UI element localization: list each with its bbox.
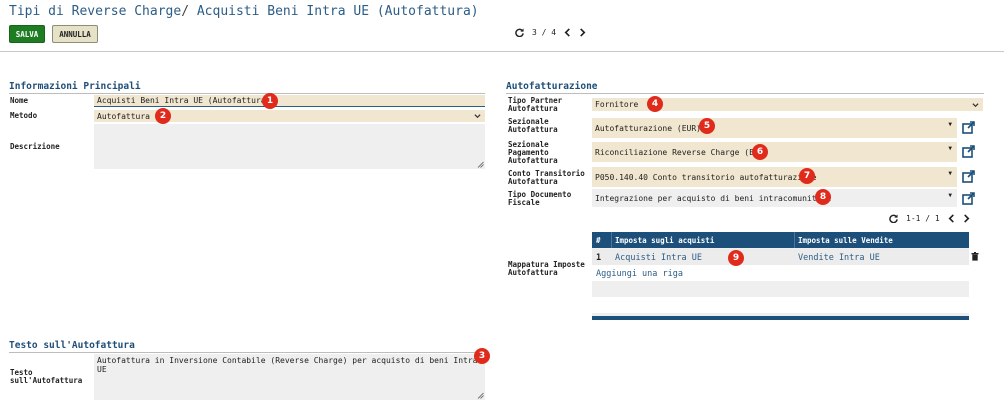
- breadcrumb-separator: /: [181, 4, 190, 19]
- callout-badge-2: 2: [155, 108, 171, 124]
- nome-label: Nome: [10, 96, 29, 105]
- text-section-title: Testo sull'Autofattura: [9, 340, 135, 351]
- col-vendite-header[interactable]: Imposta sulle Vendite: [798, 236, 893, 245]
- external-link-icon[interactable]: [962, 145, 975, 158]
- nome-field[interactable]: Acquisti Beni Intra UE (Autofattura): [94, 95, 485, 107]
- resize-handle-icon[interactable]: [477, 161, 484, 168]
- mappatura-label: Mappatura Imposte Autofattura: [508, 260, 585, 277]
- caret-down-icon: ▼: [948, 192, 952, 199]
- callout-badge-9: 9: [728, 250, 744, 266]
- partner-value: Fornitore: [595, 100, 639, 109]
- col-acquisti-header[interactable]: Imposta sugli acquisti: [615, 236, 714, 245]
- testo-label: Testo sull'Autofattura: [10, 368, 83, 385]
- refresh-icon[interactable]: [889, 214, 898, 223]
- resize-handle-icon[interactable]: [477, 392, 484, 399]
- auto-section-underline: [506, 93, 984, 94]
- main-section-underline: [9, 93, 485, 94]
- conto-label: Conto Transitorio Autofattura: [508, 169, 585, 186]
- chevron-left-icon[interactable]: [564, 28, 571, 37]
- breadcrumb-current: Acquisti Beni Intra UE (Autofattura): [196, 4, 479, 19]
- empty-row: [592, 297, 969, 313]
- external-link-icon[interactable]: [962, 121, 975, 134]
- table-row[interactable]: 1 Acquisti Intra UE Vendite Intra UE: [592, 249, 969, 265]
- testo-textarea[interactable]: Autofattura in Inversione Contabile (Rev…: [94, 354, 485, 400]
- table-footer: [592, 316, 969, 320]
- conto-field[interactable]: P050.140.40 Conto transitorio autofattur…: [592, 167, 957, 187]
- callout-badge-1: 1: [262, 93, 278, 109]
- header-divider: [0, 51, 1004, 52]
- callout-badge-6: 6: [752, 144, 768, 160]
- tipo-documento-field[interactable]: Integrazione per acquisto di beni intrac…: [592, 189, 957, 207]
- callout-badge-3: 3: [474, 348, 490, 364]
- callout-badge-8: 8: [815, 189, 831, 205]
- chevron-down-icon: [474, 114, 481, 119]
- testo-value: Autofattura in Inversione Contabile (Rev…: [97, 356, 478, 374]
- table-pager: 1-1 / 1: [889, 214, 970, 223]
- sezionale-field[interactable]: Autofatturazione (EUR) ▼: [592, 118, 957, 138]
- chevron-right-icon[interactable]: [579, 28, 586, 37]
- main-section-title: Informazioni Principali: [9, 81, 141, 92]
- caret-down-icon: ▼: [948, 145, 952, 152]
- add-line-row: Aggiungi una riga: [592, 265, 969, 281]
- external-link-icon[interactable]: [962, 192, 975, 205]
- sez-pagamento-field[interactable]: Riconciliazione Reverse Charge (EUR) ▼: [592, 142, 957, 162]
- metodo-value: Autofattura: [97, 111, 150, 121]
- text-section-underline: [9, 352, 485, 353]
- col-divider: [794, 232, 795, 248]
- sezionale-label: Sezionale Autofattura: [508, 117, 558, 134]
- table-header: # Imposta sugli acquisti Imposta sulle V…: [592, 232, 969, 248]
- chevron-right-icon[interactable]: [963, 214, 970, 223]
- caret-down-icon: ▼: [948, 170, 952, 177]
- save-button[interactable]: SALVA: [9, 25, 45, 43]
- callout-badge-5: 5: [699, 118, 715, 134]
- table-pager-value: 1-1 / 1: [906, 214, 940, 223]
- row-acquisti[interactable]: Acquisti Intra UE: [615, 253, 702, 263]
- empty-row: [592, 281, 969, 297]
- breadcrumb-parent[interactable]: Tipi di Reverse Charge: [9, 4, 181, 19]
- auto-section-title: Autofatturazione: [506, 81, 598, 92]
- refresh-icon[interactable]: [515, 28, 524, 37]
- conto-value: P050.140.40 Conto transitorio autofattur…: [595, 172, 817, 182]
- row-vendite[interactable]: Vendite Intra UE: [798, 253, 880, 263]
- tipo-documento-label: Tipo Documento Fiscale: [508, 190, 572, 207]
- partner-label: Tipo Partner Autofattura: [508, 96, 563, 113]
- caret-down-icon: ▼: [948, 121, 952, 128]
- descrizione-textarea[interactable]: [94, 124, 485, 169]
- callout-badge-4: 4: [647, 96, 663, 112]
- cancel-button[interactable]: ANNULLA: [52, 25, 98, 43]
- breadcrumb: Tipi di Reverse Charge/ Acquisti Beni In…: [9, 4, 479, 19]
- chevron-left-icon[interactable]: [948, 214, 955, 223]
- external-link-icon[interactable]: [962, 170, 975, 183]
- record-pager: 3 / 4: [515, 28, 586, 37]
- add-line-link[interactable]: Aggiungi una riga: [596, 269, 683, 279]
- col-divider: [611, 232, 612, 248]
- chevron-down-icon: [972, 102, 979, 107]
- sez-pagamento-value: Riconciliazione Reverse Charge (EUR): [595, 147, 769, 157]
- pager-value: 3 / 4: [532, 28, 557, 37]
- metodo-select[interactable]: Autofattura: [94, 110, 485, 122]
- callout-badge-7: 7: [799, 168, 815, 184]
- trash-icon[interactable]: [971, 252, 979, 261]
- descrizione-label: Descrizione: [10, 142, 60, 151]
- row-number: 1: [596, 253, 602, 263]
- tax-table: # Imposta sugli acquisti Imposta sulle V…: [592, 232, 969, 320]
- tipo-documento-value: Integrazione per acquisto di beni intrac…: [595, 193, 832, 203]
- metodo-label: Metodo: [10, 111, 38, 120]
- sezionale-value: Autofatturazione (EUR): [595, 123, 701, 133]
- col-number-header: #: [596, 236, 601, 245]
- sez-pagamento-label: Sezionale Pagamento Autofattura: [508, 140, 558, 165]
